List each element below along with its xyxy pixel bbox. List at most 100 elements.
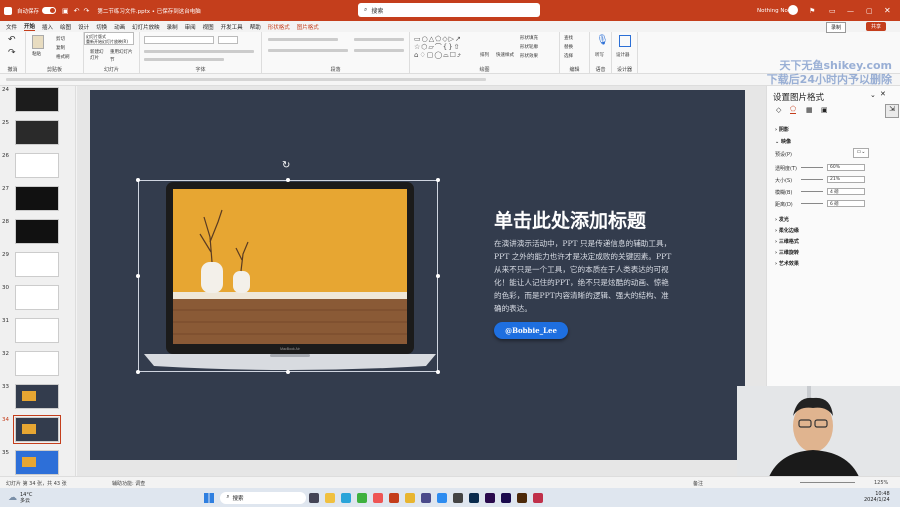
replace-button[interactable]: 替换 [564,44,573,50]
resize-handle[interactable] [286,370,290,374]
share-button[interactable]: 共享 [866,22,887,31]
redo-icon[interactable]: ↷ [84,7,90,15]
autosave-toggle[interactable] [42,7,57,14]
taskbar-search[interactable]: ⌕ 搜索 [220,491,307,504]
slide-thumbnail[interactable]: 32 [0,351,76,381]
paste-button[interactable]: 粘贴 [32,51,41,57]
app-icon[interactable] [437,492,448,503]
task-view-icon[interactable] [309,492,320,503]
resize-handle[interactable] [436,274,440,278]
effects-icon[interactable]: ⬠ [790,105,797,114]
chrome-icon[interactable] [405,492,416,503]
menu-tab[interactable]: 形状格式 [268,23,290,31]
shape-effect-button[interactable]: 形状效果 [520,53,538,59]
paragraph-list-buttons[interactable] [268,38,338,41]
slide-thumbnail[interactable]: 25 [0,120,76,150]
close-icon[interactable]: ✕ [884,6,891,15]
section-3d-format[interactable]: › 三维格式 [775,238,799,245]
reuse-slides-button[interactable]: 重用幻灯片 [110,49,133,55]
rotate-handle-icon[interactable]: ↻ [282,160,290,171]
app-icon[interactable] [421,492,432,503]
undo-button[interactable]: ↶ [8,35,16,45]
windows-start-icon[interactable] [204,492,215,503]
resize-handle[interactable] [436,178,440,182]
section-artistic-effects[interactable]: › 艺术效果 [775,260,799,267]
paste-icon[interactable] [32,35,44,49]
after-effects-icon[interactable] [501,492,512,503]
undo-icon[interactable]: ↶ [74,7,80,15]
microphone-icon[interactable]: 🎙 [596,35,609,46]
user-name[interactable]: Nothing No [757,8,788,14]
app-icon[interactable] [533,492,544,503]
pane-options-icon[interactable]: ⌄ [870,91,876,99]
powerpoint-taskbar-icon[interactable] [389,492,400,503]
font-name-select[interactable] [144,36,214,44]
cut-button[interactable]: 剪切 [56,36,65,42]
slide-thumbnail[interactable]: 26 [0,153,76,183]
menu-tab[interactable]: 开始 [24,22,36,31]
menu-tab[interactable]: 绘图 [60,23,71,31]
size-input[interactable]: 21% [827,176,865,183]
accessibility-status[interactable]: 辅助功能: 调查 [112,480,145,487]
menu-tab[interactable]: 帮助 [250,23,261,31]
menu-tab[interactable]: 图片格式 [297,23,319,31]
designer-button[interactable]: 设计器 [616,52,630,58]
slide-thumbnail[interactable]: 33 [0,384,76,414]
section-shadow[interactable]: › 阴影 [775,126,789,133]
notes-button[interactable]: 备注 [693,480,703,487]
font-color-buttons[interactable] [144,58,224,61]
text-direction-buttons[interactable] [354,38,404,41]
weather-widget[interactable]: 14°C 多云 [20,492,32,504]
bobbie-lee-button[interactable]: @Bobbie_Lee [494,322,568,339]
search-box[interactable]: ⌕ 搜索 [358,3,540,17]
pane-close-icon[interactable]: ✕ [880,90,886,98]
font-size-select[interactable] [218,36,238,44]
slide-thumbnail[interactable]: 27 [0,186,76,216]
quick-styles-button[interactable]: 快速样式 [496,52,514,58]
maximize-icon[interactable]: ▢ [866,7,873,15]
ribbon-display-icon[interactable]: ▭ [829,7,836,15]
laptop-image[interactable]: MacBook Air [144,182,436,372]
illustrator-icon[interactable] [517,492,528,503]
menu-tab[interactable]: 幻灯片放映 [132,23,160,31]
menu-tab[interactable]: 文件 [6,23,17,31]
slide-thumbnail[interactable]: 34 [0,415,76,447]
save-icon[interactable]: ▣ [62,7,69,15]
section-glow[interactable]: › 发光 [775,216,789,223]
app-icon[interactable] [453,492,464,503]
fill-line-icon[interactable]: ◇ [776,106,781,114]
resize-handle[interactable] [436,370,440,374]
section-reflection[interactable]: ⌄ 映像 [775,138,791,145]
quick-access-buttons[interactable] [6,78,486,81]
shape-outline-button[interactable]: 形状轮廓 [520,44,538,50]
zoom-slider[interactable] [800,482,855,483]
menu-tab[interactable]: 动画 [114,23,125,31]
slide-canvas[interactable]: ↻ MacBook Air 单击此处添加标题 在演讲演示活动中，PPT 只是传递… [90,90,745,460]
format-painter-button[interactable]: 格式刷 [56,54,70,60]
preset-dropdown[interactable]: ▭⌄ [853,148,869,158]
slide-thumbnail[interactable]: 31 [0,318,76,348]
shape-fill-button[interactable]: 形状填充 [520,35,538,41]
slide-title[interactable]: 单击此处添加标题 [494,206,646,233]
menu-tab[interactable]: 开发工具 [221,23,243,31]
wechat-icon[interactable] [357,492,368,503]
menu-tab[interactable]: 录制 [167,23,178,31]
record-button[interactable]: 录制 [826,22,847,33]
zoom-level[interactable]: 125% [874,480,888,486]
distance-input[interactable]: 6 磅 [827,200,865,207]
smartart-button[interactable] [354,49,404,52]
font-format-buttons[interactable] [144,50,254,53]
coauthoring-icon[interactable]: ⚑ [809,7,815,15]
slide-thumbnail[interactable]: 24 [0,87,76,117]
section-button[interactable]: 节 [110,57,115,63]
section-soft-edges[interactable]: › 柔化边缘 [775,227,799,234]
slide-thumbnail[interactable]: 28 [0,219,76,249]
distance-slider[interactable] [801,203,823,204]
copy-button[interactable]: 复制 [56,45,65,51]
dictate-button[interactable]: 听写 [595,52,604,58]
transparency-input[interactable]: 60% [827,164,865,171]
select-button[interactable]: 选择 [564,53,573,59]
pane-collapse-icon[interactable]: ⇲ [885,104,899,118]
size-properties-icon[interactable]: ▦ [806,106,813,114]
paragraph-align-buttons[interactable] [268,49,348,52]
